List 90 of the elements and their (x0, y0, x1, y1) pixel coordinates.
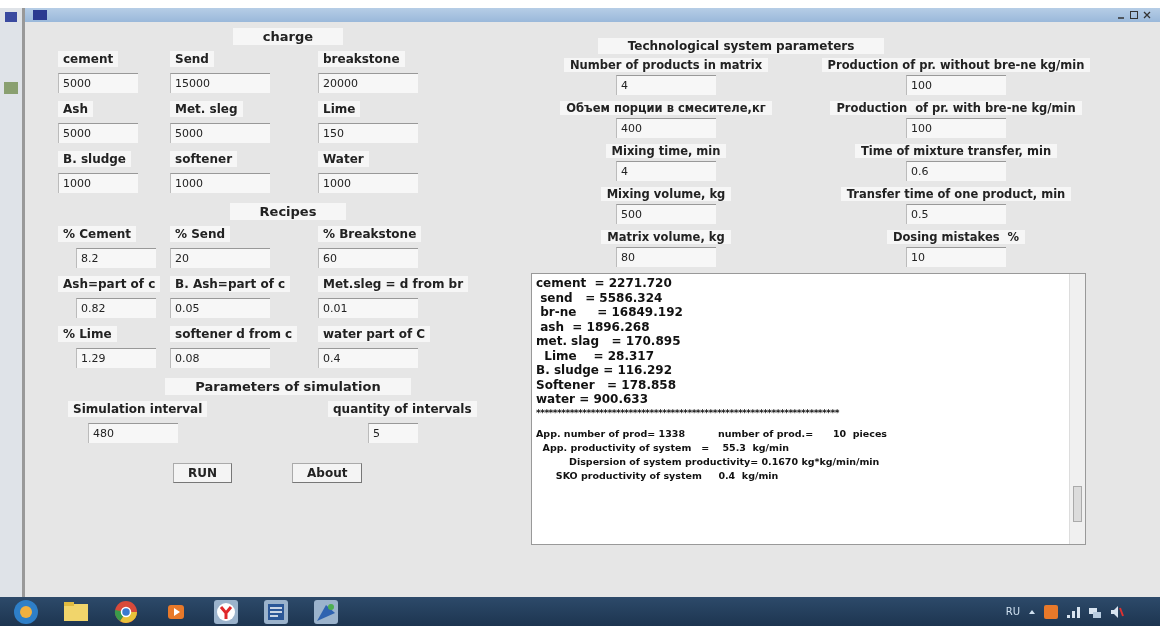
input-field[interactable]: 1000 (58, 173, 138, 193)
input-field[interactable]: 0.4 (318, 348, 418, 368)
scrollbar[interactable] (1069, 274, 1085, 544)
output-line: Softener = 178.858 (536, 377, 677, 392)
input-field[interactable]: 4 (616, 161, 716, 181)
field-label: Lime (318, 101, 361, 117)
output-line: App. number of prod= 1338 number of prod.= 10 pieces (536, 426, 888, 441)
field-label: B. Ash=part of c (170, 276, 291, 292)
input-field[interactable]: 4 (616, 75, 716, 95)
field-label: softener d from c (170, 326, 298, 342)
field-label: Water (318, 151, 369, 167)
close-icon[interactable] (1142, 10, 1152, 20)
input-field[interactable]: 20 (170, 248, 270, 268)
section-heading: charge (232, 28, 344, 45)
output-line: B. sludge = 116.292 (536, 363, 674, 378)
field-label: softener (170, 151, 238, 167)
input-field[interactable]: 0.6 (906, 161, 1006, 181)
input-field[interactable]: 5000 (170, 123, 270, 143)
output-line: Dispersion of system productivity= 0.1670 kg*kg/min/min (568, 454, 881, 469)
input-field[interactable]: 0.5 (906, 204, 1006, 224)
signal-icon[interactable] (1066, 604, 1080, 619)
maximize-icon[interactable] (1129, 10, 1139, 20)
input-field[interactable]: 500 (616, 204, 716, 224)
input-field[interactable]: 0.82 (76, 298, 156, 318)
action-button[interactable]: About (292, 463, 363, 483)
input-field[interactable]: 0.01 (318, 298, 418, 318)
output-line: water = 900.633 (536, 392, 650, 407)
output-line: br-ne = 16849.192 (539, 305, 684, 320)
input-field[interactable]: 1000 (170, 173, 270, 193)
input-field[interactable]: 100 (906, 118, 1006, 138)
field-label: % Send (170, 226, 231, 242)
input-field[interactable]: 10 (906, 247, 1006, 267)
tray-app-icon[interactable] (1044, 604, 1058, 619)
field-label: Ash=part of c (58, 276, 161, 292)
input-field[interactable]: 5000 (58, 123, 138, 143)
output-line: ash = 1896.268 (539, 319, 651, 334)
input-field[interactable]: 8.2 (76, 248, 156, 268)
field-label: breakstone (318, 51, 405, 67)
output-line: App. productivity of system = 55.3 kg/min (541, 440, 790, 455)
input-field[interactable]: 1.29 (76, 348, 156, 368)
speaker-icon[interactable] (1110, 604, 1124, 619)
field-label: Dosing mistakes % (886, 230, 1026, 244)
section-heading: Parameters of simulation (165, 378, 411, 395)
output-line: cement = 2271.720 (536, 276, 673, 291)
input-field[interactable]: 1000 (318, 173, 418, 193)
input-field[interactable]: 80 (616, 247, 716, 267)
field-label: Send (170, 51, 214, 67)
output-line: met. slag = 170.895 (536, 334, 682, 349)
field-label: Mixing volume, kg (600, 187, 732, 201)
input-field[interactable]: 100 (906, 75, 1006, 95)
input-field[interactable]: 0.05 (170, 298, 270, 318)
field-label: % Breakstone (318, 226, 422, 242)
app-icon (5, 12, 17, 22)
field-label: % Lime (58, 326, 117, 342)
field-label: Ash (58, 101, 93, 117)
input-field[interactable]: 400 (616, 118, 716, 138)
field-label: water part of C (318, 326, 431, 342)
app-icon (33, 10, 47, 20)
field-label: B. sludge (58, 151, 131, 167)
field-label: Mixing time, min (605, 144, 727, 158)
image-icon (4, 82, 18, 94)
input-field[interactable]: 20000 (318, 73, 418, 93)
field-label: Met. sleg (170, 101, 243, 117)
field-label: Production of pr. with bre-ne kg/min (830, 101, 1082, 115)
action-button[interactable]: RUN (173, 463, 233, 483)
input-field[interactable]: 5000 (58, 73, 138, 93)
field-label: quantity of intervals (328, 401, 477, 417)
field-label: Simulation interval (68, 401, 208, 417)
output-line: SKO productivity of system 0.4 kg/min (554, 468, 780, 483)
field-label: Transfer time of one product, min (840, 187, 1072, 201)
output-line: Lime = 28.317 (543, 348, 655, 363)
section-heading: Recipes (229, 203, 347, 220)
field-label: % Cement (58, 226, 137, 242)
field-label: Time of mixture transfer, min (854, 144, 1058, 158)
input-field[interactable]: 150 (318, 123, 418, 143)
input-field[interactable]: 480 (88, 423, 178, 443)
field-label: Number of products in matrix (563, 58, 769, 72)
field-label: cement (58, 51, 119, 67)
input-field[interactable]: 60 (318, 248, 418, 268)
section-heading: Technological system parameters (597, 38, 885, 54)
input-field[interactable]: 15000 (170, 73, 270, 93)
language-indicator[interactable]: RU (1005, 606, 1020, 617)
output-line: send = 5586.324 (539, 290, 664, 305)
field-label: Met.sleg = d from br (318, 276, 469, 292)
field-label: Matrix volume, kg (601, 230, 731, 244)
input-field[interactable]: 5 (368, 423, 418, 443)
input-field[interactable]: 0.08 (170, 348, 270, 368)
field-label: Production of pr. without bre-ne kg/min (821, 58, 1091, 72)
field-label: Объем порции в смесителе,кг (560, 101, 772, 115)
separator-line: ************************************************************************ (536, 406, 840, 419)
